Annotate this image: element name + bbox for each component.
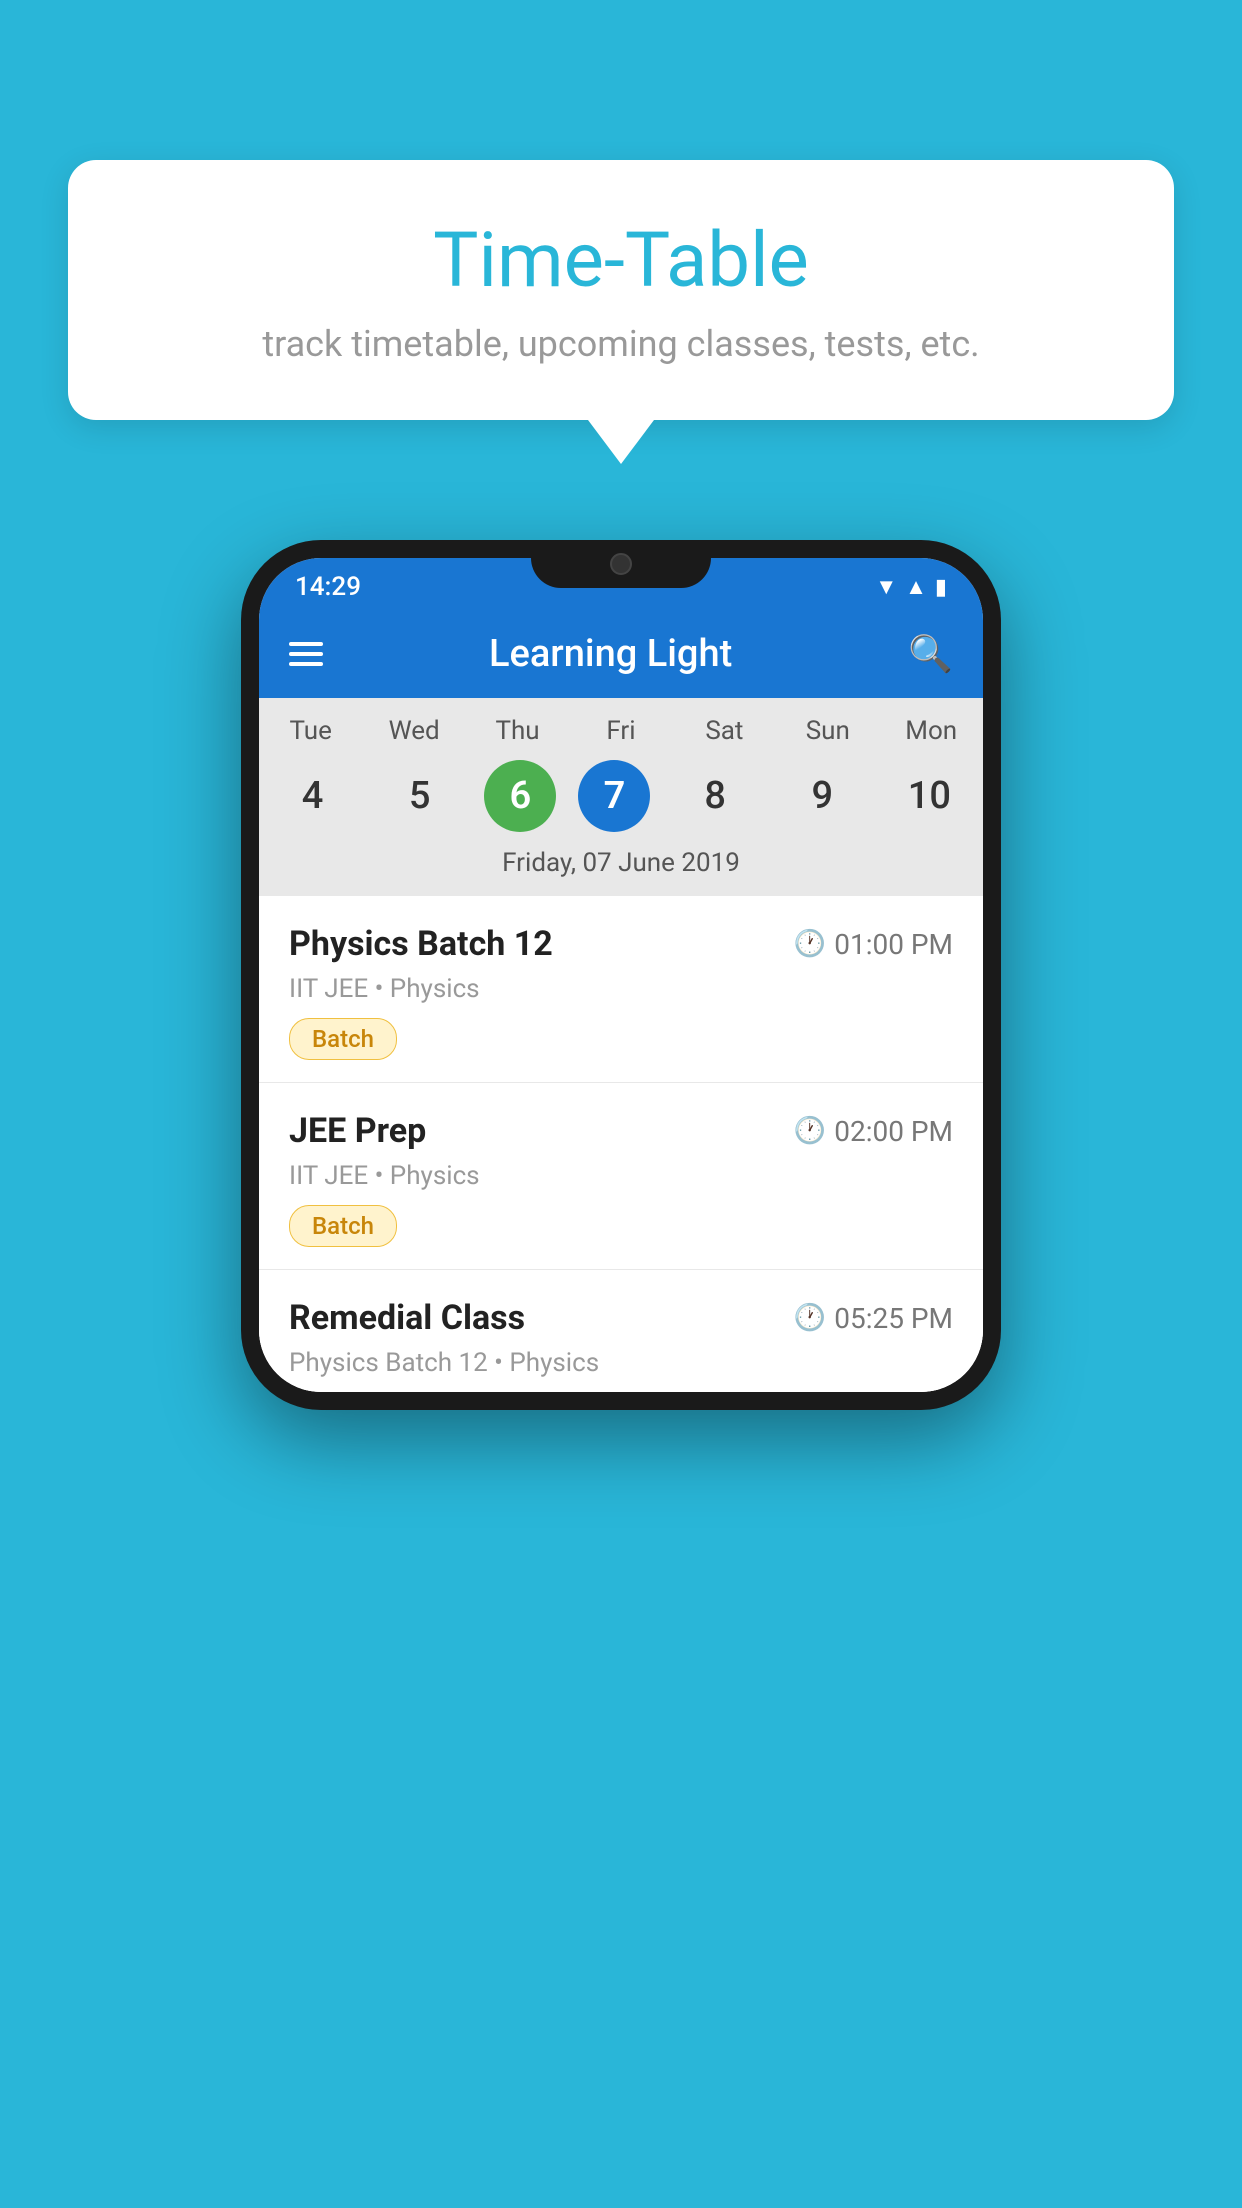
schedule-time-2: 🕐 02:00 PM: [794, 1115, 953, 1148]
day-7-selected[interactable]: 7: [578, 760, 650, 832]
day-4[interactable]: 4: [270, 756, 355, 836]
day-header-tue: Tue: [268, 716, 353, 746]
day-10[interactable]: 10: [887, 756, 972, 836]
day-9[interactable]: 9: [780, 756, 865, 836]
clock-icon-1: 🕐: [794, 929, 826, 959]
day-numbers: 4 5 6 7 8 9 10: [259, 756, 983, 836]
day-6-today[interactable]: 6: [484, 760, 556, 832]
schedule-list: Physics Batch 12 🕐 01:00 PM IIT JEE • Ph…: [259, 896, 983, 1392]
day-headers: Tue Wed Thu Fri Sat Sun Mon: [259, 716, 983, 746]
app-title: Learning Light: [347, 632, 884, 676]
day-header-sat: Sat: [682, 716, 767, 746]
day-header-thu: Thu: [475, 716, 560, 746]
signal-icon: ▲: [905, 574, 927, 600]
day-8[interactable]: 8: [673, 756, 758, 836]
app-bar: Learning Light 🔍: [259, 610, 983, 698]
day-header-wed: Wed: [372, 716, 457, 746]
phone-frame: 14:29 ▼ ▲ ▮ Learning Light 🔍: [241, 540, 1001, 1410]
time-value-3: 05:25 PM: [834, 1302, 953, 1335]
wifi-icon: ▼: [875, 574, 897, 600]
schedule-time-1: 🕐 01:00 PM: [794, 928, 953, 961]
time-value-2: 02:00 PM: [834, 1115, 953, 1148]
tooltip-card: Time-Table track timetable, upcoming cla…: [68, 160, 1174, 420]
battery-icon: ▮: [935, 575, 947, 600]
day-5[interactable]: 5: [377, 756, 462, 836]
tooltip-subtitle: track timetable, upcoming classes, tests…: [128, 323, 1114, 365]
schedule-subtitle-2: IIT JEE • Physics: [289, 1161, 953, 1191]
time-value-1: 01:00 PM: [834, 928, 953, 961]
schedule-item-3-header: Remedial Class 🕐 05:25 PM: [289, 1298, 953, 1338]
schedule-title-2: JEE Prep: [289, 1111, 426, 1151]
schedule-item-2-header: JEE Prep 🕐 02:00 PM: [289, 1111, 953, 1151]
status-icons: ▼ ▲ ▮: [875, 574, 947, 600]
day-header-sun: Sun: [785, 716, 870, 746]
schedule-item-3[interactable]: Remedial Class 🕐 05:25 PM Physics Batch …: [259, 1270, 983, 1392]
phone-wrapper: 14:29 ▼ ▲ ▮ Learning Light 🔍: [241, 540, 1001, 1410]
phone-screen: 14:29 ▼ ▲ ▮ Learning Light 🔍: [259, 558, 983, 1392]
clock-icon-3: 🕐: [794, 1303, 826, 1333]
schedule-time-3: 🕐 05:25 PM: [794, 1302, 953, 1335]
schedule-item-1[interactable]: Physics Batch 12 🕐 01:00 PM IIT JEE • Ph…: [259, 896, 983, 1083]
status-time: 14:29: [295, 572, 361, 602]
selected-date: Friday, 07 June 2019: [259, 836, 983, 886]
phone-notch: [531, 540, 711, 588]
batch-tag-1: Batch: [289, 1018, 397, 1060]
day-header-fri: Fri: [578, 716, 663, 746]
schedule-item-1-header: Physics Batch 12 🕐 01:00 PM: [289, 924, 953, 964]
batch-tag-2: Batch: [289, 1205, 397, 1247]
clock-icon-2: 🕐: [794, 1116, 826, 1146]
phone-camera: [610, 553, 632, 575]
schedule-item-2[interactable]: JEE Prep 🕐 02:00 PM IIT JEE • Physics Ba…: [259, 1083, 983, 1270]
schedule-title-1: Physics Batch 12: [289, 924, 553, 964]
search-icon[interactable]: 🔍: [908, 633, 953, 675]
calendar-strip: Tue Wed Thu Fri Sat Sun Mon 4 5 6 7 8 9 …: [259, 698, 983, 896]
tooltip-title: Time-Table: [128, 215, 1114, 305]
schedule-title-3: Remedial Class: [289, 1298, 525, 1338]
schedule-subtitle-3: Physics Batch 12 • Physics: [289, 1348, 953, 1378]
hamburger-icon[interactable]: [289, 642, 323, 666]
day-header-mon: Mon: [889, 716, 974, 746]
schedule-subtitle-1: IIT JEE • Physics: [289, 974, 953, 1004]
